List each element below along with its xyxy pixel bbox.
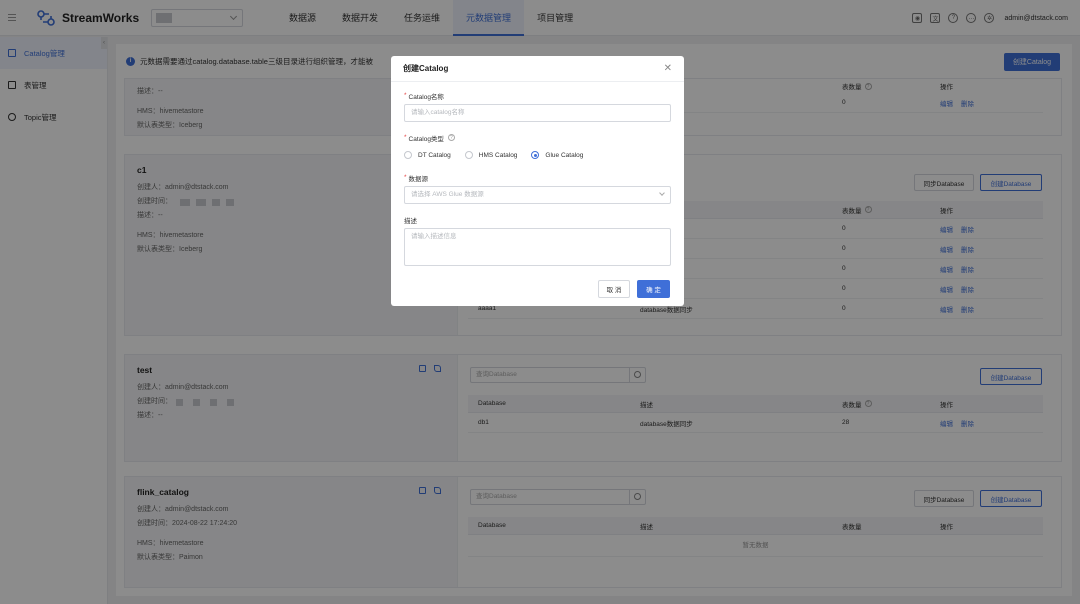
modal-title: 创建Catalog: [403, 64, 449, 73]
chevron-down-icon: [659, 190, 665, 196]
catalog-name-input[interactable]: 请输入catalog名称: [404, 104, 671, 122]
type-label-text: Catalog类型: [408, 135, 444, 143]
desc-label-text: 描述: [404, 217, 417, 225]
name-label: * Catalog名称: [404, 90, 671, 101]
close-icon[interactable]: ✕: [664, 63, 672, 74]
radio-glue-catalog[interactable]: Glue Catalog: [531, 151, 583, 159]
confirm-button[interactable]: 确 定: [637, 280, 670, 298]
radio-dt-catalog[interactable]: DT Catalog: [404, 151, 451, 159]
source-label-text: 数据源: [408, 175, 429, 183]
radio-dot: [464, 151, 473, 159]
name-label-text: Catalog名称: [408, 93, 444, 101]
source-placeholder: 请选择 AWS Glue 数据源: [411, 191, 484, 198]
help-icon[interactable]: ?: [447, 134, 455, 141]
radio-label: HMS Catalog: [478, 151, 518, 159]
cancel-button[interactable]: 取 消: [598, 280, 630, 298]
create-catalog-modal: 创建Catalog ✕ * Catalog名称 请输入catalog名称 * Cat…: [391, 56, 684, 306]
required-mark: *: [404, 134, 407, 141]
modal-header: 创建Catalog ✕: [391, 56, 684, 82]
datasource-select[interactable]: 请选择 AWS Glue 数据源: [404, 186, 671, 204]
radio-hms-catalog[interactable]: HMS Catalog: [464, 151, 518, 159]
desc-label: 描述: [404, 214, 671, 225]
description-textarea[interactable]: 请输入描述信息: [404, 228, 671, 266]
required-mark: *: [404, 92, 407, 99]
source-label: * 数据源: [404, 172, 671, 183]
radio-dot-checked: [531, 151, 540, 159]
name-placeholder: 请输入catalog名称: [411, 109, 465, 116]
modal-footer: 取 消 确 定: [598, 280, 670, 298]
desc-placeholder: 请输入描述信息: [411, 233, 457, 240]
radio-dot: [404, 151, 412, 159]
catalog-type-radio-group: DT Catalog HMS Catalog Glue Catalog: [404, 149, 671, 161]
required-mark: *: [404, 174, 407, 181]
catalog-form: * Catalog名称 请输入catalog名称 * Catalog类型? DT C…: [391, 82, 684, 274]
radio-label: Glue Catalog: [545, 151, 584, 159]
type-label: * Catalog类型?: [404, 132, 671, 143]
radio-label: DT Catalog: [418, 151, 451, 159]
